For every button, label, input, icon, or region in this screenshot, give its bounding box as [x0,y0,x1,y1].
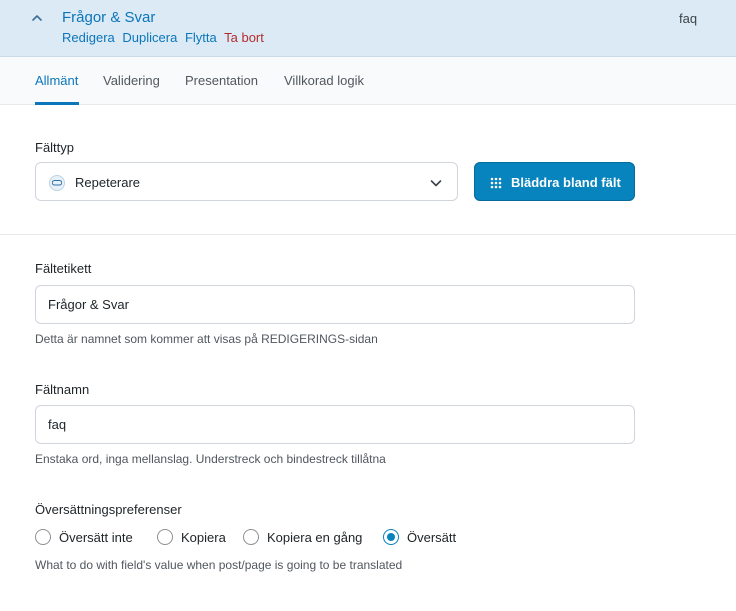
field-type-select[interactable]: Repeterare [35,162,458,201]
field-header: Frågor & Svar Redigera Duplicera Flytta … [0,0,736,57]
browse-fields-button[interactable]: Bläddra bland fält [474,162,635,201]
field-type-label: Fälttyp [35,140,75,155]
tab-presentation[interactable]: Presentation [185,73,258,88]
tab-validation[interactable]: Validering [103,73,160,88]
grid-icon [490,176,502,194]
translation-preferences-label: Översättningspreferenser [35,502,182,517]
move-link[interactable]: Flytta [185,30,217,45]
field-key: faq [679,11,698,26]
chevron-down-icon [429,176,443,195]
delete-link[interactable]: Ta bort [224,30,264,45]
field-actions: Redigera Duplicera Flytta Ta bort [62,30,268,45]
radio-label: Kopiera en gång [267,530,363,545]
duplicate-link[interactable]: Duplicera [122,30,177,45]
repeater-icon [49,175,65,191]
field-name-heading: Fältnamn [35,382,90,397]
field-type-value: Repeterare [75,175,141,190]
browse-fields-label: Bläddra bland fält [511,175,621,190]
radio-label: Kopiera [181,530,226,545]
tab-conditional-logic[interactable]: Villkorad logik [284,73,364,88]
radio-button[interactable] [243,529,259,545]
chevron-up-icon[interactable] [30,11,44,25]
section-divider [0,234,736,235]
radio-button[interactable] [157,529,173,545]
translation-help: What to do with field's value when post/… [35,558,403,572]
radio-label: Översätt inte [59,530,133,545]
tab-general[interactable]: Allmänt [35,73,78,88]
settings-tabs: Allmänt Validering Presentation Villkora… [0,57,736,105]
edit-link[interactable]: Redigera [62,30,115,45]
radio-button-checked[interactable] [383,529,399,545]
radio-label: Översätt [407,530,457,545]
field-name-input[interactable] [35,405,635,444]
field-name-help: Enstaka ord, inga mellanslag. Understrec… [35,452,386,466]
field-label-heading: Fältetikett [35,261,92,276]
field-label-help: Detta är namnet som kommer att visas på … [35,332,378,346]
field-title[interactable]: Frågor & Svar [62,9,155,26]
active-tab-indicator [35,102,79,105]
field-label-input[interactable] [35,285,635,324]
radio-button[interactable] [35,529,51,545]
